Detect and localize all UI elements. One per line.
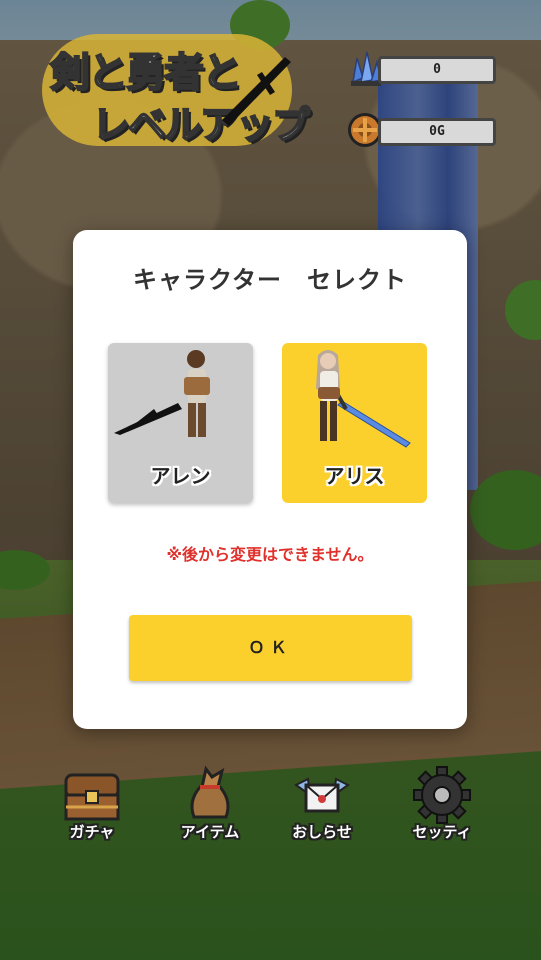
no-change-warning: ※後から変更はできません。 [166,545,374,564]
game-logo: 剣と勇者と レベルアップ [32,22,312,152]
character-select-dialog: キャラクター セレクト アレン アリス ※後から変更はできません。 ＯＫ [73,230,467,729]
gear-icon [413,766,471,824]
item-bag-icon [190,765,230,819]
gold-count: 0G [378,118,496,146]
sword-icon [222,57,291,126]
menu-item-button[interactable]: アイテム [160,765,260,845]
ok-button[interactable]: ＯＫ [129,615,412,681]
winged-letter-icon [294,777,350,813]
menu-news-label: おしらせ [292,823,352,841]
menu-gacha-button[interactable]: ガチャ [42,765,142,845]
character-card-alice[interactable]: アリス [282,343,427,503]
menu-item-label: アイテム [180,823,240,841]
character-name-allen: アレン [150,464,211,488]
menu-settings-button[interactable]: セッティ [392,765,492,845]
dialog-title: キャラクター セレクト [132,266,408,294]
menu-gacha-label: ガチャ [69,823,115,841]
character-name-alice: アリス [324,464,385,488]
gold-counter: 0G [345,110,505,150]
crystal-count: 0 [378,56,496,84]
menu-news-button[interactable]: おしらせ [272,765,372,845]
crystal-counter: 0 [345,48,505,88]
treasure-chest-icon [64,773,120,821]
character-card-allen[interactable]: アレン [108,343,253,503]
menu-settings-label: セッティ [412,823,472,841]
